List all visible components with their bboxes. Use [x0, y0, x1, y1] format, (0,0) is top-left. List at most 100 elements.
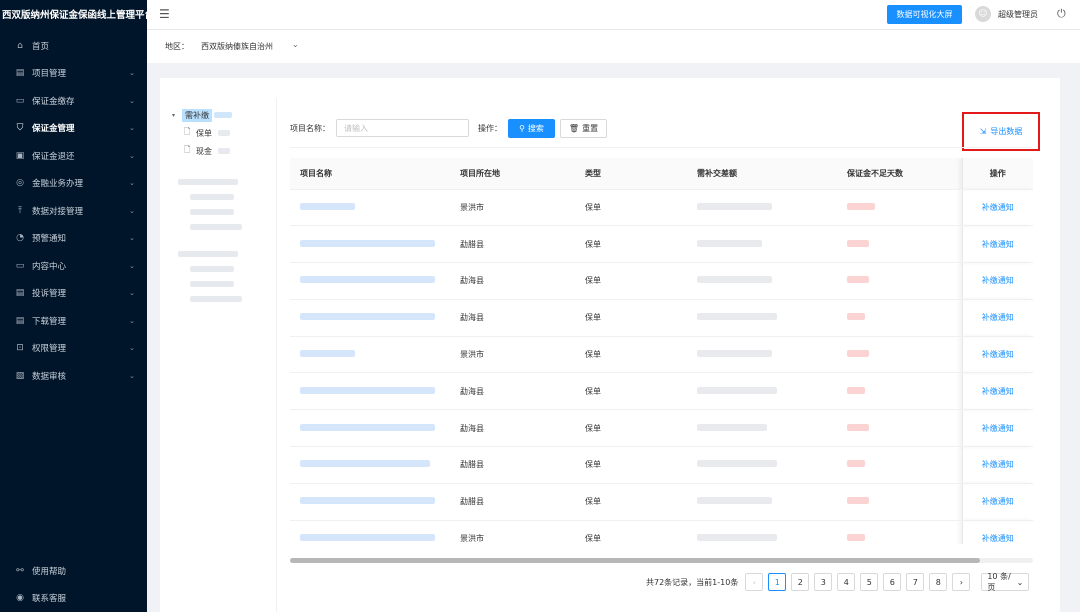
sidebar-item[interactable]: ▭ 保证金缴存 ⌄ — [0, 87, 147, 115]
page-button[interactable]: 7 — [906, 573, 925, 591]
column-header: 项目名称 — [290, 158, 450, 190]
wallet-icon: ▭ — [15, 95, 25, 106]
tree-node-root[interactable]: ▾ 需补缴 — [172, 106, 272, 124]
location-cell: 勐腊县 — [450, 225, 575, 264]
payment-notice-link[interactable]: 补缴通知 — [982, 387, 1014, 396]
page-button[interactable]: 3 — [814, 573, 833, 591]
sidebar-bottom-item[interactable]: ◉ 联系客服 — [0, 585, 147, 612]
user-name[interactable]: 超级管理员 — [998, 9, 1038, 20]
prev-page-button[interactable]: ‹ — [745, 573, 764, 591]
type-cell: 保单 — [575, 189, 687, 227]
scrollbar-thumb[interactable] — [290, 558, 980, 563]
table-row: 勐海县 保单 补缴通知 — [290, 409, 1033, 448]
region-label: 地区： — [165, 42, 189, 51]
page-button[interactable]: 6 — [883, 573, 902, 591]
project-name-cell[interactable] — [290, 446, 450, 484]
payment-notice-link[interactable]: 补缴通知 — [982, 276, 1014, 285]
payment-notice-link[interactable]: 补缴通知 — [982, 460, 1014, 469]
sidebar-item[interactable]: ▭ 内容中心 ⌄ — [0, 252, 147, 280]
data-table: 项目名称 项目所在地 类型 需补交差额 保证金不足天数 操作 景洪市 保单 补缴通知… — [290, 158, 1033, 544]
sidebar-item-label: 首页 — [32, 41, 50, 52]
download-icon: ▤ — [15, 315, 25, 326]
sidebar-item[interactable]: ⤒ 数据对接管理 ⌄ — [0, 197, 147, 225]
avatar[interactable]: ☺ — [975, 6, 991, 22]
payment-notice-link[interactable]: 补缴通知 — [982, 240, 1014, 249]
page-button[interactable]: 5 — [860, 573, 879, 591]
location-cell: 勐腊县 — [450, 483, 575, 521]
sidebar-item[interactable]: ◔ 预警通知 ⌄ — [0, 225, 147, 253]
chevron-down-icon[interactable]: ⌄ — [292, 40, 299, 49]
sidebar-item[interactable]: ⌂ 首页 — [0, 32, 147, 60]
logout-icon[interactable]: ⏻ — [1057, 7, 1066, 21]
data-visualization-button[interactable]: 数据可视化大屏 — [887, 5, 962, 24]
project-name-cell[interactable] — [290, 520, 450, 544]
audit-icon: ▧ — [15, 370, 25, 381]
sidebar-bottom-item[interactable]: ⚯ 使用帮助 — [0, 557, 147, 585]
payment-notice-link[interactable]: 补缴通知 — [982, 497, 1014, 506]
days-cell — [837, 225, 962, 264]
page-button[interactable]: 4 — [837, 573, 856, 591]
search-button[interactable]: ⚲ 搜索 — [508, 119, 555, 138]
tree-node-policy[interactable]: 🗋 保单 — [172, 124, 272, 142]
payment-notice-link[interactable]: 补缴通知 — [982, 350, 1014, 359]
payment-notice-link[interactable]: 补缴通知 — [982, 424, 1014, 433]
export-data-label: 导出数据 — [990, 127, 1023, 136]
page-button[interactable]: 1 — [768, 573, 787, 591]
project-name-cell[interactable] — [290, 262, 450, 300]
sidebar-item[interactable]: ⊡ 权限管理 ⌄ — [0, 335, 147, 363]
sidebar-item[interactable]: ▣ 保证金退还 ⌄ — [0, 142, 147, 170]
chevron-down-icon: ⌄ — [129, 206, 135, 215]
table-body: 景洪市 保单 补缴通知 勐腊县 保单 补缴通知 勐海县 保单 补缴通知 勐海县 保单 补缴通知 景洪市保… — [290, 189, 1033, 544]
sidebar-item-label: 下载管理 — [32, 316, 67, 327]
project-name-cell[interactable] — [290, 372, 450, 411]
sidebar-item-label: 项目管理 — [32, 69, 67, 80]
chevron-down-icon: ⌄ — [129, 96, 135, 105]
page-list: 12345678 — [768, 573, 948, 591]
sidebar-item[interactable]: ▧ 数据审核 ⌄ — [0, 362, 147, 390]
type-cell: 保单 — [575, 225, 687, 264]
payment-notice-link[interactable]: 补缴通知 — [982, 203, 1014, 212]
redacted-count — [218, 148, 230, 154]
amount-cell — [687, 336, 837, 374]
export-highlight-box: ⇲ 导出数据 — [962, 112, 1040, 151]
project-name-cell[interactable] — [290, 189, 450, 227]
next-page-button[interactable]: › — [952, 573, 971, 591]
sidebar-item-label: 保证金缴存 — [32, 96, 75, 107]
page-size-select[interactable]: 10 条/页 ⌄ — [981, 572, 1030, 592]
sidebar-item[interactable]: ▤ 投诉管理 ⌄ — [0, 280, 147, 308]
horizontal-scrollbar[interactable] — [290, 558, 1033, 563]
redacted-tree-node — [172, 248, 272, 259]
page-button[interactable]: 2 — [791, 573, 810, 591]
type-cell: 保单 — [575, 372, 687, 411]
caret-down-icon[interactable]: ▾ — [172, 112, 182, 119]
export-data-button[interactable]: ⇲ 导出数据 — [980, 126, 1023, 137]
chevron-down-icon: ⌄ — [129, 151, 135, 160]
sidebar-item[interactable]: ▤ 下载管理 ⌄ — [0, 307, 147, 335]
reset-button-label: 重置 — [582, 124, 599, 133]
sidebar-item[interactable]: ▤ 项目管理 ⌄ — [0, 60, 147, 88]
bell-icon: ◔ — [16, 233, 24, 244]
redacted-count — [214, 112, 232, 118]
column-header: 保证金不足天数 — [837, 158, 962, 190]
tree-node-label: 需补缴 — [182, 108, 212, 122]
region-select[interactable]: 西双版纳傣族自治州 — [201, 41, 273, 52]
sidebar-item[interactable]: ◎ 金融业务办理 ⌄ — [0, 170, 147, 198]
project-name-input[interactable] — [336, 119, 469, 137]
action-cell: 补缴通知 — [961, 225, 1033, 264]
project-name-cell[interactable] — [290, 299, 450, 337]
sidebar-item[interactable]: ⛉ 保证金管理 ⌄ — [0, 115, 147, 143]
payment-notice-link[interactable]: 补缴通知 — [982, 534, 1014, 543]
type-cell: 保单 — [575, 262, 687, 300]
menu-fold-icon[interactable]: ☰ — [159, 7, 170, 21]
project-name-cell[interactable] — [290, 225, 450, 264]
category-tree: ▾ 需补缴 🗋 保单 🗋 现金 — [172, 106, 272, 308]
project-name-cell[interactable] — [290, 483, 450, 521]
payment-notice-link[interactable]: 补缴通知 — [982, 313, 1014, 322]
reset-button[interactable]: 🗑 重置 — [560, 119, 607, 138]
sidebar-item-label: 数据审核 — [32, 371, 67, 382]
project-name-cell[interactable] — [290, 409, 450, 448]
page-button[interactable]: 8 — [929, 573, 948, 591]
project-name-cell[interactable] — [290, 336, 450, 374]
tree-node-cash[interactable]: 🗋 现金 — [172, 142, 272, 160]
location-cell: 景洪市 — [450, 189, 575, 227]
